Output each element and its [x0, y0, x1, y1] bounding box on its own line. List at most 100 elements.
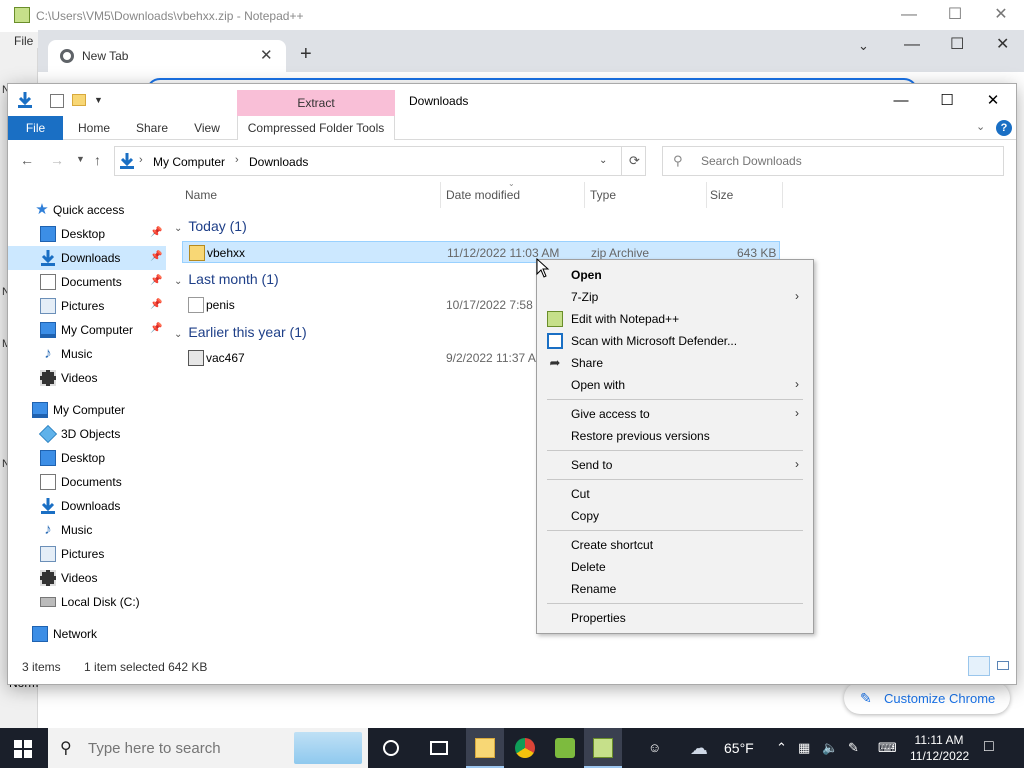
breadcrumb-separator-icon[interactable]: › [139, 154, 143, 166]
nav-pc-videos[interactable]: Videos [8, 566, 166, 590]
breadcrumb-my-computer[interactable]: My Computer [153, 155, 225, 169]
customize-chrome-button[interactable]: ✎ Customize Chrome [844, 682, 1010, 714]
menu-item-give-access[interactable]: Give access to › [539, 403, 811, 425]
menu-item-open[interactable]: Open [539, 264, 811, 286]
taskbar-file-explorer[interactable] [466, 728, 504, 768]
new-tab-button[interactable]: + [300, 44, 312, 64]
taskbar-chrome[interactable] [506, 728, 544, 768]
nav-my-computer[interactable]: My Computer [8, 398, 166, 422]
taskbar-notepadpp[interactable] [546, 728, 584, 768]
taskbar-notepadpp-active[interactable] [584, 728, 622, 768]
qat-dropdown-icon[interactable]: ▼ [94, 95, 103, 105]
nav-pc-music[interactable]: ♪ Music [8, 518, 166, 542]
column-separator[interactable] [584, 182, 585, 208]
nav-quick-downloads[interactable]: Downloads 📌 [8, 246, 166, 270]
task-view-button[interactable] [420, 728, 458, 768]
pin-icon[interactable]: 📌 [150, 323, 162, 334]
tab-file[interactable]: File [8, 116, 63, 140]
network-status-icon[interactable]: ▦ [798, 740, 810, 756]
taskbar-clock[interactable]: 11:11 AM 11/12/2022 [910, 732, 969, 764]
pin-icon[interactable]: 📌 [150, 275, 162, 286]
column-type[interactable]: Type [590, 188, 616, 202]
explorer-minimize-button[interactable]: — [878, 86, 924, 116]
properties-icon[interactable] [50, 94, 64, 108]
pin-icon[interactable]: 📌 [150, 299, 162, 310]
group-header-earlier-this-year[interactable]: ⌄ Earlier this year (1) [174, 324, 307, 340]
tab-home[interactable]: Home [74, 116, 114, 140]
nav-pc-documents[interactable]: Documents [8, 470, 166, 494]
group-header-last-month[interactable]: ⌄ Last month (1) [174, 271, 279, 287]
large-icons-view-icon[interactable] [994, 656, 1012, 676]
weather-temperature[interactable]: 65°F [724, 740, 754, 756]
menu-item-scan-defender[interactable]: Scan with Microsoft Defender... [539, 330, 811, 352]
show-hidden-icons-icon[interactable]: ⌃ [776, 740, 787, 756]
notifications-icon[interactable]: □ [984, 738, 994, 756]
back-arrow-icon[interactable]: ← [20, 152, 34, 168]
chevron-down-icon[interactable]: ⌄ [858, 38, 869, 54]
menu-item-delete[interactable]: Delete [539, 556, 811, 578]
menu-item-properties[interactable]: Properties [539, 607, 811, 629]
cortana-button[interactable] [372, 728, 410, 768]
menu-item-restore-versions[interactable]: Restore previous versions [539, 425, 811, 447]
menu-item-cut[interactable]: Cut [539, 483, 811, 505]
new-folder-icon[interactable] [72, 94, 86, 106]
notepad-menu-file[interactable]: File [14, 34, 33, 48]
windows-start-icon[interactable] [14, 740, 32, 758]
collapse-chevron-icon[interactable]: ⌄ [174, 223, 182, 234]
help-icon[interactable]: ? [996, 120, 1012, 136]
nav-quick-music[interactable]: ♪ Music [8, 342, 166, 366]
notepad-minimize-button[interactable]: — [886, 0, 932, 30]
chrome-tab-new-tab[interactable]: New Tab ✕ [48, 40, 286, 72]
people-icon[interactable]: ☺ [648, 740, 661, 755]
column-date-modified[interactable]: Date modified [446, 188, 520, 202]
tab-share[interactable]: Share [132, 116, 172, 140]
nav-network[interactable]: Network [8, 622, 166, 646]
search-input[interactable] [701, 152, 991, 170]
address-dropdown-icon[interactable]: ⌄ [599, 155, 607, 166]
taskbar-search-input[interactable] [88, 738, 288, 758]
collapse-chevron-icon[interactable]: ⌄ [174, 276, 182, 287]
nav-pc-local-disk[interactable]: Local Disk (C:) [8, 590, 166, 614]
breadcrumb-separator-icon[interactable]: › [235, 154, 239, 166]
menu-item-7zip[interactable]: 7-Zip › [539, 286, 811, 308]
menu-item-rename[interactable]: Rename [539, 578, 811, 600]
taskbar-search-box[interactable]: ⚲ [48, 728, 368, 768]
search-box[interactable]: ⚲ [662, 146, 1004, 176]
nav-quick-videos[interactable]: Videos [8, 366, 166, 390]
nav-pc-downloads[interactable]: Downloads [8, 494, 166, 518]
menu-item-send-to[interactable]: Send to › [539, 454, 811, 476]
notepad-titlebar[interactable]: C:\Users\VM5\Downloads\vbehxx.zip - Note… [0, 0, 1024, 32]
chrome-minimize-button[interactable]: — [904, 36, 920, 54]
column-separator[interactable] [440, 182, 441, 208]
volume-icon[interactable]: 🔈 [822, 740, 838, 756]
menu-item-edit-notepad[interactable]: Edit with Notepad++ [539, 308, 811, 330]
weather-cloud-icon[interactable]: ☁ [690, 738, 708, 759]
tab-extract[interactable]: Extract [237, 90, 395, 116]
nav-pc-desktop[interactable]: Desktop [8, 446, 166, 470]
menu-item-open-with[interactable]: Open with › [539, 374, 811, 396]
nav-pc-3d-objects[interactable]: 3D Objects [8, 422, 166, 446]
keyboard-icon[interactable]: ⌨ [878, 740, 897, 756]
nav-quick-my-computer[interactable]: My Computer 📌 [8, 318, 166, 342]
forward-arrow-icon[interactable]: → [50, 152, 64, 168]
menu-item-share[interactable]: ➦ Share [539, 352, 811, 374]
nav-quick-desktop[interactable]: Desktop 📌 [8, 222, 166, 246]
menu-item-copy[interactable]: Copy [539, 505, 811, 527]
close-icon[interactable]: ✕ [260, 46, 273, 64]
address-bar[interactable]: › My Computer › Downloads ⌄ ⟳ [114, 146, 646, 176]
column-size[interactable]: Size [710, 188, 733, 202]
expand-ribbon-icon[interactable]: ⌄ [976, 120, 985, 133]
refresh-icon[interactable]: ⟳ [621, 147, 647, 175]
breadcrumb-downloads[interactable]: Downloads [249, 155, 308, 169]
notepad-close-button[interactable]: ✕ [978, 0, 1024, 30]
column-separator[interactable] [782, 182, 783, 208]
pen-workspace-icon[interactable]: ✎ [848, 740, 859, 756]
pin-icon[interactable]: 📌 [150, 251, 162, 262]
details-view-icon[interactable] [968, 656, 990, 676]
explorer-maximize-button[interactable]: ☐ [924, 86, 970, 116]
chrome-close-button[interactable]: ✕ [996, 34, 1009, 54]
collapse-chevron-icon[interactable]: ⌄ [174, 329, 182, 340]
notepad-maximize-button[interactable]: ☐ [932, 0, 978, 30]
nav-quick-access[interactable]: ★ Quick access [8, 198, 166, 222]
menu-item-create-shortcut[interactable]: Create shortcut [539, 534, 811, 556]
